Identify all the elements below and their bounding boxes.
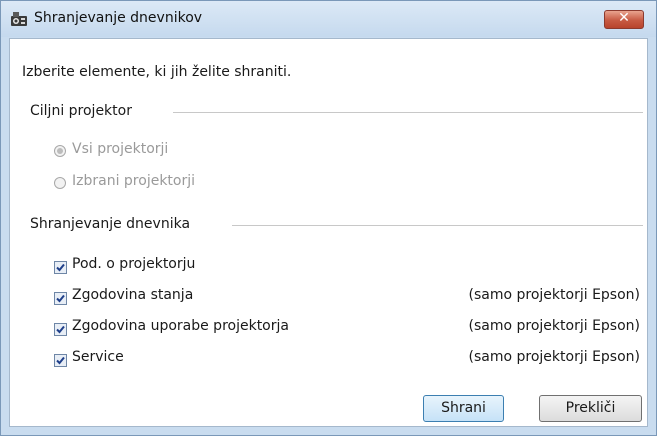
close-icon: ✕ — [618, 10, 630, 26]
save-button[interactable]: Shrani — [423, 395, 504, 422]
epson-only-note: (samo projektorji Epson) — [468, 287, 640, 303]
checkbox-service-label: Service — [72, 349, 124, 365]
radio-selected-projectors[interactable] — [54, 177, 66, 189]
checkbox-projector-info-label: Pod. o projektorju — [72, 256, 196, 272]
group-divider — [232, 225, 643, 226]
title-bar[interactable]: Shranjevanje dnevnikov ✕ — [1, 1, 656, 37]
log-save-group-label: Shranjevanje dnevnika — [30, 216, 191, 232]
checkmark-icon — [56, 356, 65, 365]
radio-all-projectors-label: Vsi projektorji — [72, 141, 169, 157]
radio-selected-projectors-label: Izbrani projektorji — [72, 173, 196, 189]
close-button[interactable]: ✕ — [604, 10, 644, 29]
dialog-content: Izberite elemente, ki jih želite shranit… — [9, 38, 648, 427]
group-divider — [173, 112, 643, 113]
checkbox-service[interactable] — [54, 354, 67, 367]
checkbox-usage-history-label: Zgodovina uporabe projektorja — [72, 318, 289, 334]
checkbox-projector-info[interactable] — [54, 261, 67, 274]
window-title: Shranjevanje dnevnikov — [34, 10, 203, 26]
checkmark-icon — [56, 325, 65, 334]
checkbox-usage-history[interactable] — [54, 323, 67, 336]
instruction-text: Izberite elemente, ki jih želite shranit… — [22, 64, 292, 80]
checkmark-icon — [56, 263, 65, 272]
cancel-button[interactable]: Prekliči — [539, 395, 642, 422]
epson-only-note: (samo projektorji Epson) — [468, 349, 640, 365]
radio-all-projectors[interactable] — [54, 145, 66, 157]
projector-log-icon — [11, 12, 27, 26]
checkbox-status-history[interactable] — [54, 292, 67, 305]
dialog-window: Shranjevanje dnevnikov ✕ Izberite elemen… — [0, 0, 657, 436]
checkbox-status-history-label: Zgodovina stanja — [72, 287, 194, 303]
checkmark-icon — [56, 294, 65, 303]
epson-only-note: (samo projektorji Epson) — [468, 318, 640, 334]
target-projector-group-label: Ciljni projektor — [30, 103, 132, 119]
